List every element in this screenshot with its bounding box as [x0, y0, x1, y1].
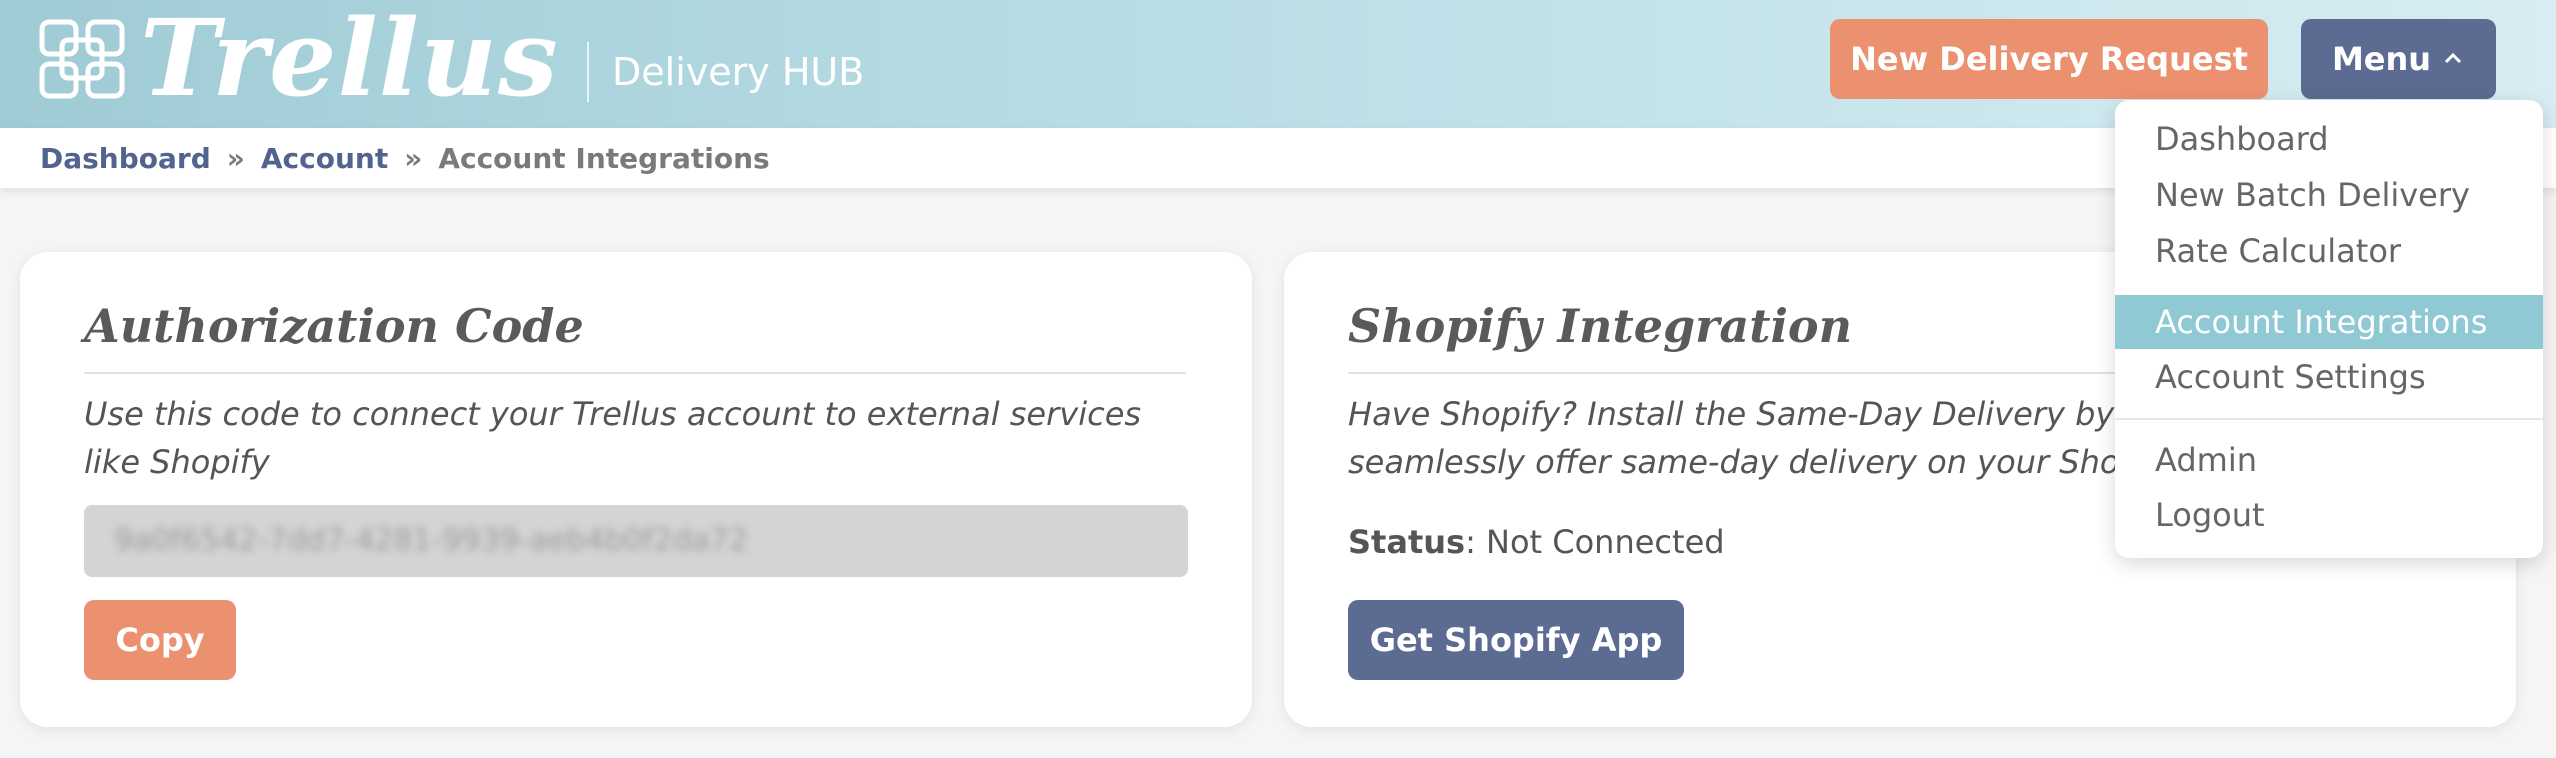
- brand-divider: [587, 42, 589, 102]
- authorization-code-card: Authorization Code Use this code to conn…: [20, 252, 1252, 727]
- menu-item-account-settings[interactable]: Account Settings: [2115, 350, 2543, 404]
- menu-item-admin[interactable]: Admin: [2115, 433, 2543, 487]
- get-shopify-app-label: Get Shopify App: [1369, 621, 1663, 659]
- authorization-code-title: Authorization Code: [84, 299, 584, 353]
- copy-button-label: Copy: [115, 621, 205, 659]
- breadcrumb-current: Account Integrations: [438, 141, 770, 175]
- menu-item-dashboard[interactable]: Dashboard: [2115, 112, 2543, 166]
- menu-button[interactable]: Menu: [2301, 19, 2496, 99]
- chevron-up-icon: [2444, 52, 2462, 64]
- get-shopify-app-button[interactable]: Get Shopify App: [1348, 600, 1684, 680]
- menu-item-rate-calculator[interactable]: Rate Calculator: [2115, 224, 2543, 278]
- authorization-code-value: 9a0f6542-7dd7-4281-9939-aeb4b0f2da72: [114, 523, 749, 558]
- trellus-logo-icon: [39, 19, 125, 99]
- menu-divider: [2115, 418, 2543, 420]
- menu-dropdown: Dashboard New Batch Delivery Rate Calcul…: [2115, 100, 2543, 558]
- new-delivery-request-button[interactable]: New Delivery Request: [1830, 19, 2268, 99]
- status-value: : Not Connected: [1465, 523, 1725, 561]
- breadcrumb-separator: »: [226, 141, 245, 175]
- brand-subtitle: Delivery HUB: [612, 50, 865, 94]
- breadcrumb-dashboard[interactable]: Dashboard: [40, 142, 211, 175]
- shopify-integration-title: Shopify Integration: [1348, 299, 1853, 353]
- breadcrumb-separator: »: [404, 141, 423, 175]
- new-delivery-request-label: New Delivery Request: [1850, 40, 2248, 78]
- menu-item-logout[interactable]: Logout: [2115, 488, 2543, 542]
- authorization-code-description: Use this code to connect your Trellus ac…: [84, 395, 1142, 481]
- menu-item-new-batch-delivery[interactable]: New Batch Delivery: [2115, 168, 2543, 222]
- menu-button-label: Menu: [2331, 40, 2432, 78]
- shopify-status: Status: Not Connected: [1348, 518, 1725, 566]
- status-label: Status: [1348, 523, 1466, 561]
- breadcrumb: Dashboard » Account » Account Integratio…: [40, 128, 770, 188]
- menu-item-account-integrations[interactable]: Account Integrations: [2115, 295, 2543, 349]
- title-divider: [84, 372, 1186, 374]
- breadcrumb-account[interactable]: Account: [261, 142, 388, 175]
- copy-button[interactable]: Copy: [84, 600, 236, 680]
- authorization-code-field[interactable]: 9a0f6542-7dd7-4281-9939-aeb4b0f2da72: [84, 505, 1188, 577]
- brand-name[interactable]: Trellus: [140, 0, 559, 122]
